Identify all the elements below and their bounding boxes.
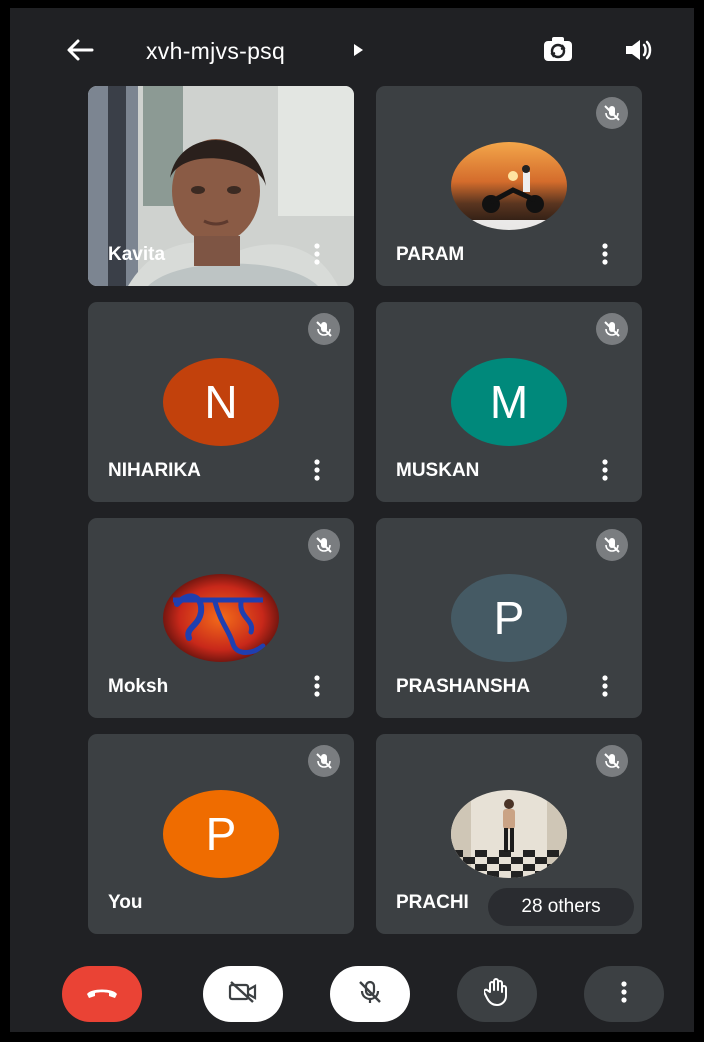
- more-vert-icon[interactable]: [310, 672, 324, 700]
- end-call-icon: [85, 984, 119, 1005]
- more-vert-icon[interactable]: [310, 456, 324, 484]
- mic-off-icon: [308, 313, 340, 345]
- participant-name: PRASHANSHA: [396, 676, 531, 697]
- participant-name: PRACHI: [396, 892, 469, 913]
- mic-off-icon: [308, 529, 340, 561]
- avatar-initial: P: [451, 574, 567, 662]
- arrow-left-icon[interactable]: [62, 32, 98, 68]
- participant-name: NIHARIKA: [108, 460, 201, 481]
- mic-off-icon: [596, 313, 628, 345]
- meet-screen: xvh-mjvs-psq Kavita PARAM N NIHARIKA M M…: [10, 8, 694, 1032]
- mic-off-icon: [596, 745, 628, 777]
- more-vert-icon: [621, 980, 627, 1008]
- participant-tile-niharika[interactable]: N NIHARIKA: [88, 302, 354, 502]
- participant-name: You: [108, 892, 143, 913]
- participant-tile-prashansha[interactable]: P PRASHANSHA: [376, 518, 642, 718]
- more-vert-icon[interactable]: [598, 240, 612, 268]
- avatar-initial: M: [451, 358, 567, 446]
- end-call-button[interactable]: [62, 966, 142, 1022]
- participant-tile-kavita[interactable]: Kavita: [88, 86, 354, 286]
- more-vert-icon[interactable]: [310, 240, 324, 268]
- participant-tile-moksh[interactable]: Moksh: [88, 518, 354, 718]
- raise-hand-icon: [483, 977, 510, 1011]
- others-chip[interactable]: 28 others: [488, 888, 634, 926]
- participant-tile-param[interactable]: PARAM: [376, 86, 642, 286]
- top-bar: xvh-mjvs-psq: [10, 8, 694, 86]
- more-options-button[interactable]: [584, 966, 664, 1022]
- participant-name: PARAM: [396, 244, 465, 265]
- mic-off-icon: [308, 745, 340, 777]
- mic-off-icon: [357, 979, 383, 1010]
- mic-off-icon: [596, 529, 628, 561]
- mic-toggle-button[interactable]: [330, 966, 410, 1022]
- camera-toggle-button[interactable]: [203, 966, 283, 1022]
- participant-name: Moksh: [108, 676, 169, 697]
- participant-tile-you[interactable]: P You: [88, 734, 354, 934]
- avatar-photo: [163, 574, 279, 662]
- avatar-photo: [451, 790, 567, 878]
- caret-right-icon[interactable]: [348, 40, 368, 60]
- avatar-initial: P: [163, 790, 279, 878]
- avatar-photo: [451, 142, 567, 230]
- mic-off-icon: [596, 97, 628, 129]
- more-vert-icon[interactable]: [598, 456, 612, 484]
- raise-hand-button[interactable]: [457, 966, 537, 1022]
- meeting-code[interactable]: xvh-mjvs-psq: [146, 38, 285, 65]
- speaker-icon[interactable]: [618, 30, 658, 70]
- more-vert-icon[interactable]: [598, 672, 612, 700]
- participant-tile-muskan[interactable]: M MUSKAN: [376, 302, 642, 502]
- call-controls: [10, 948, 694, 1032]
- camera-off-icon: [227, 980, 259, 1009]
- participant-name: MUSKAN: [396, 460, 480, 481]
- avatar-initial: N: [163, 358, 279, 446]
- switch-camera-icon[interactable]: [538, 30, 578, 70]
- participant-name: Kavita: [108, 244, 166, 265]
